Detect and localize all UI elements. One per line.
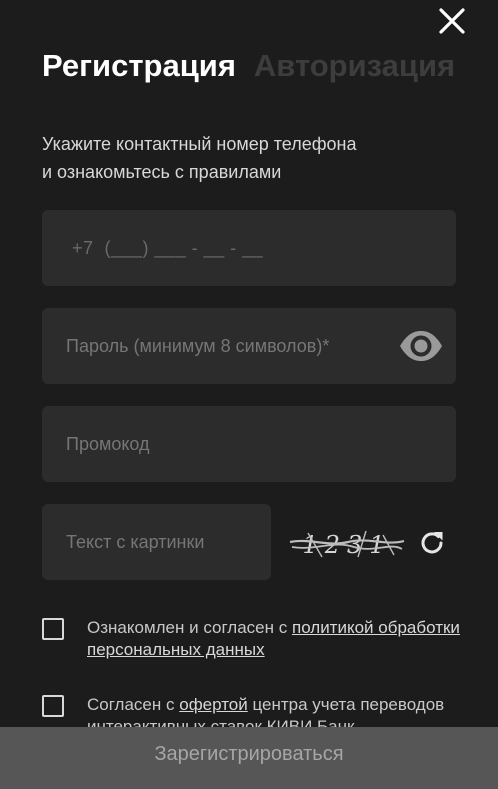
offer-link[interactable]: офертой	[179, 695, 248, 714]
privacy-text-before: Ознакомлен и согласен с	[87, 618, 292, 637]
instruction-line-2: и ознакомьтесь с правилами	[42, 162, 282, 182]
close-icon	[439, 8, 465, 34]
refresh-icon	[421, 532, 443, 554]
registration-screen: Регистрация Авторизация Укажите контактн…	[0, 0, 498, 789]
promo-field	[42, 406, 456, 482]
instruction-text: Укажите контактный номер телефона и озна…	[42, 130, 462, 186]
tab-registration[interactable]: Регистрация	[42, 46, 236, 86]
captcha-image: 1231	[288, 527, 406, 561]
promo-input[interactable]	[42, 406, 456, 482]
privacy-checkbox[interactable]	[42, 618, 64, 640]
instruction-line-1: Укажите контактный номер телефона	[42, 134, 357, 154]
phone-field	[42, 210, 456, 286]
close-button[interactable]	[436, 5, 468, 37]
offer-text-before: Согласен с	[87, 695, 180, 714]
password-field	[42, 308, 456, 384]
password-input[interactable]	[42, 308, 456, 384]
phone-input[interactable]	[42, 210, 456, 286]
auth-tabs: Регистрация Авторизация	[42, 46, 455, 86]
offer-checkbox[interactable]	[42, 695, 64, 717]
captcha-refresh-button[interactable]	[416, 527, 448, 559]
captcha-input[interactable]	[42, 504, 271, 580]
register-button[interactable]: Зарегистрироваться	[0, 727, 498, 789]
captcha-field	[42, 504, 271, 580]
privacy-text: Ознакомлен и согласен с политикой обрабо…	[87, 617, 472, 661]
tab-authorization[interactable]: Авторизация	[254, 46, 455, 86]
eye-icon	[400, 331, 442, 361]
agreement-privacy: Ознакомлен и согласен с политикой обрабо…	[42, 617, 472, 661]
password-visibility-toggle[interactable]	[398, 328, 444, 364]
